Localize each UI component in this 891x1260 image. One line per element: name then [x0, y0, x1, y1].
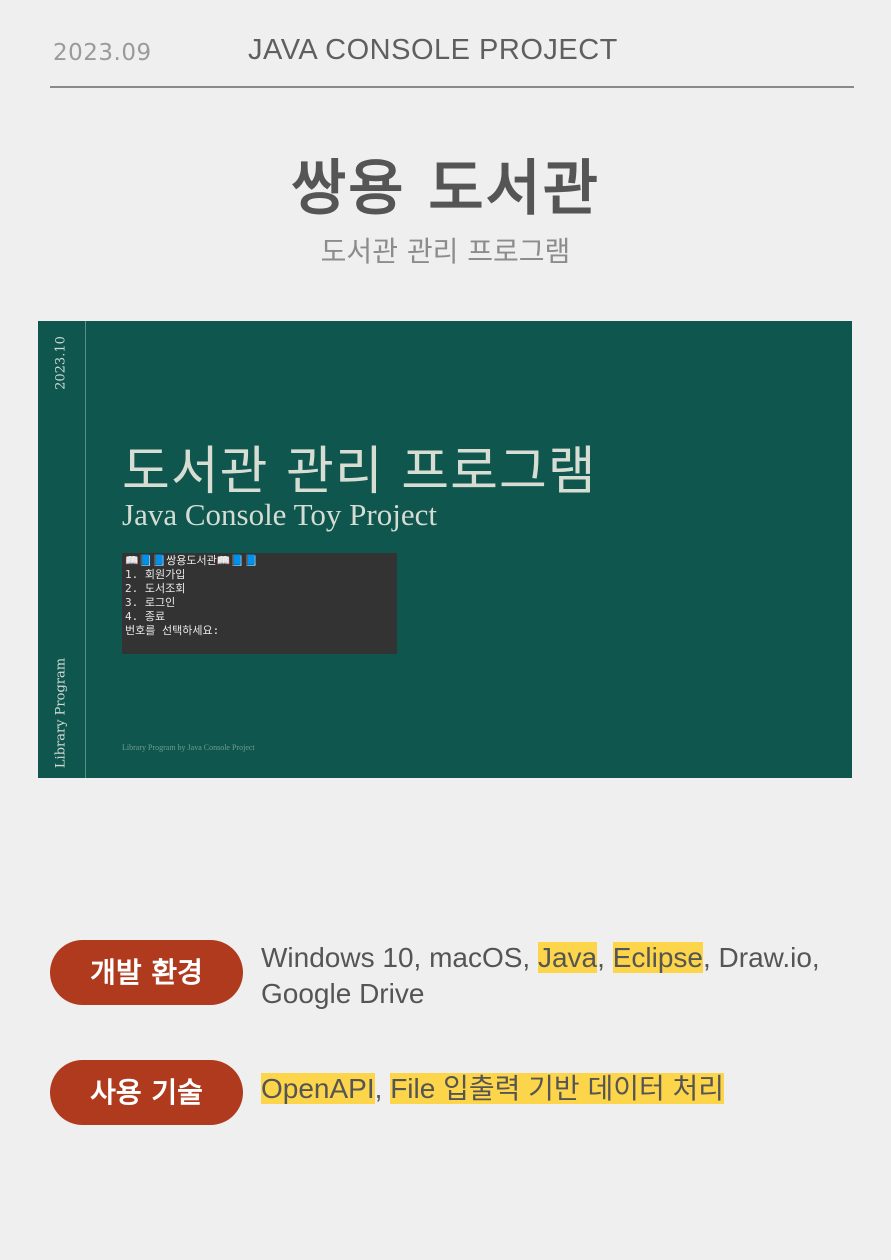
- page-subtitle: 도서관 관리 프로그램: [320, 235, 571, 268]
- banner-title: 도서관 관리 프로그램: [122, 442, 597, 502]
- console-line: 1. 회원가입: [125, 568, 186, 581]
- dev-env-highlight: Java: [537, 942, 598, 973]
- banner-side-label: Library Program: [53, 657, 69, 769]
- console-line: 3. 로그인: [125, 596, 176, 609]
- console-line: 4. 종료: [125, 610, 166, 623]
- tech-badge: 사용 기술: [50, 1060, 243, 1125]
- header-date: 2023.09: [53, 40, 152, 66]
- console-screenshot: 📖📘📘쌍용도서관📖📘📘 1. 회원가입 2. 도서조회 3. 로그인 4. 종료…: [122, 553, 397, 654]
- header: 2023.09 JAVA CONSOLE PROJECT: [50, 30, 854, 88]
- dev-env-list: Windows 10, macOS, Java, Eclipse, Draw.i…: [261, 940, 851, 1012]
- banner-side-date: 2023.10: [53, 336, 69, 390]
- dev-env-badge: 개발 환경: [50, 940, 243, 1005]
- tech-list: OpenAPI, File 입출력 기반 데이터 처리: [261, 1071, 851, 1107]
- tech-text: ,: [374, 1073, 391, 1104]
- tech-highlight: OpenAPI: [261, 1073, 375, 1104]
- dev-env-text: ,: [597, 942, 613, 973]
- console-line: 📖📘📘쌍용도서관📖📘📘: [125, 554, 258, 567]
- dev-env-text: Windows 10, macOS,: [261, 942, 538, 973]
- banner-footer: Library Program by Java Console Project: [122, 743, 255, 752]
- page-title: 쌍용 도서관: [291, 154, 600, 224]
- header-project-label: JAVA CONSOLE PROJECT: [248, 34, 618, 66]
- console-line: 번호를 선택하세요:: [125, 624, 220, 637]
- project-banner-image: 2023.10 Library Program 도서관 관리 프로그램 Java…: [38, 321, 852, 778]
- banner-divider: [85, 321, 86, 778]
- tech-highlight: File 입출력 기반 데이터 처리: [390, 1073, 725, 1104]
- dev-env-highlight: Eclipse: [612, 942, 703, 973]
- banner-subtitle: Java Console Toy Project: [122, 497, 437, 532]
- console-line: 2. 도서조회: [125, 582, 186, 595]
